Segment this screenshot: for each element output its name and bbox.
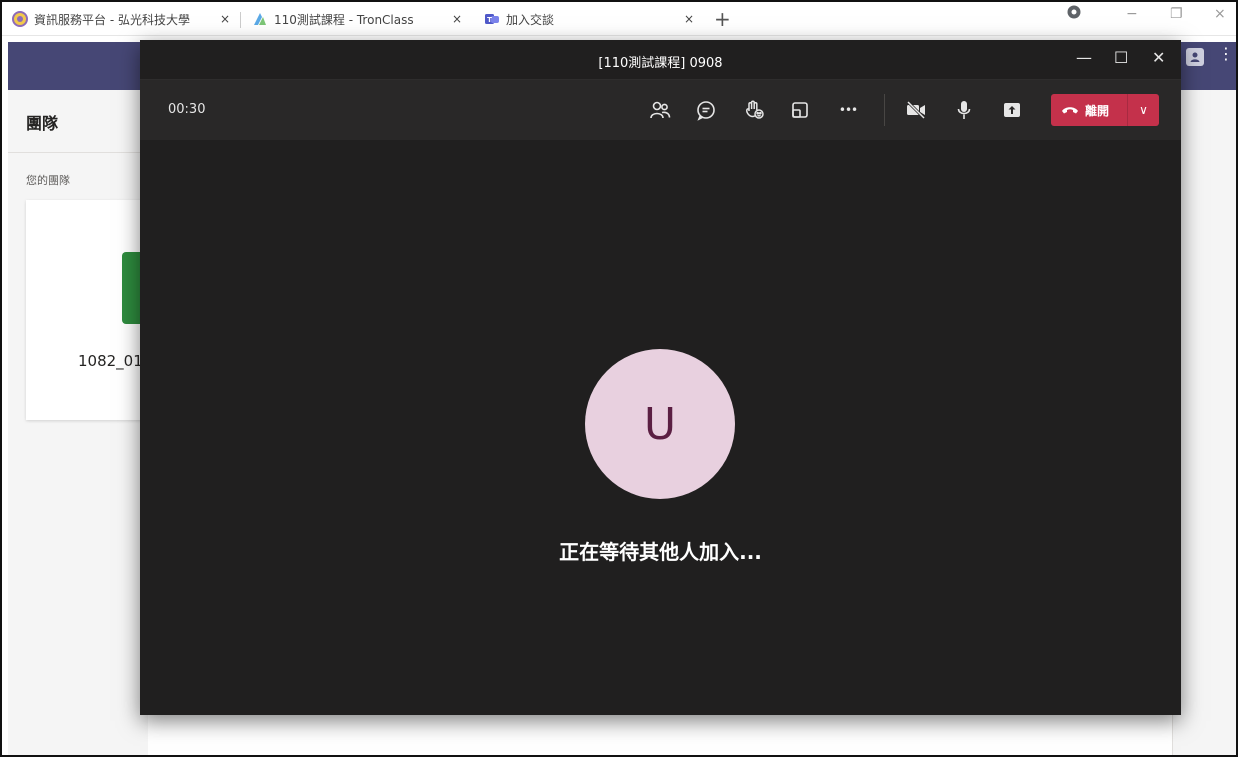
teams-right-pane (1172, 90, 1236, 755)
tab-divider (240, 12, 241, 28)
meeting-toolbar: 00:30 ••• 離開 ∨ (140, 80, 1181, 140)
call-timer: 00:30 (168, 102, 206, 117)
tab-title: 加入交談 (506, 12, 555, 27)
team-card-name: 1082_01 (78, 352, 143, 370)
camera-off-icon[interactable] (902, 96, 930, 124)
profile-avatar-button[interactable] (1186, 48, 1204, 66)
share-screen-icon[interactable] (998, 96, 1026, 124)
svg-text:T: T (487, 16, 492, 24)
tab-close-icon[interactable]: × (684, 2, 694, 36)
more-icon[interactable]: ••• (834, 96, 862, 124)
browser-tab-strip: 資訊服務平台 - 弘光科技大學 × 110測試課程 - TronClass × … (2, 2, 1236, 36)
chrome-account-icon[interactable] (1067, 5, 1081, 23)
leave-button-group: 離開 ∨ (1051, 94, 1159, 126)
meeting-title: [110測試課程] 0908 (598, 56, 723, 71)
meeting-window: [110測試課程] 0908 — ☐ ✕ 00:30 ••• 離開 ∨ U 正在… (140, 40, 1181, 715)
new-tab-button[interactable]: + (714, 7, 731, 31)
browser-close-button[interactable]: × (1214, 6, 1226, 22)
rooms-icon[interactable] (786, 96, 814, 124)
browser-tab-teams-join[interactable]: T 加入交談 (484, 2, 554, 36)
divider (8, 152, 148, 153)
chat-icon[interactable] (692, 96, 720, 124)
leave-options-dropdown[interactable]: ∨ (1128, 103, 1159, 117)
meeting-titlebar: [110測試課程] 0908 — ☐ ✕ (140, 40, 1181, 80)
microphone-icon[interactable] (950, 96, 978, 124)
participant-avatar: U (585, 349, 735, 499)
more-options-icon[interactable]: ⋮ (1218, 46, 1234, 62)
meeting-close-button[interactable]: ✕ (1152, 48, 1165, 67)
teams-list-pane (8, 90, 148, 755)
university-logo-icon (12, 11, 28, 27)
hang-up-icon (1061, 104, 1079, 116)
browser-tab-hk-portal[interactable]: 資訊服務平台 - 弘光科技大學 (12, 2, 190, 36)
leave-label: 離開 (1085, 103, 1110, 118)
tab-title: 資訊服務平台 - 弘光科技大學 (34, 12, 190, 27)
tab-title: 110測試課程 - TronClass (274, 12, 414, 27)
teams-page-title: 團隊 (26, 114, 59, 133)
browser-minimize-button[interactable]: − (1126, 6, 1138, 22)
meeting-minimize-button[interactable]: — (1076, 48, 1092, 67)
meeting-maximize-button[interactable]: ☐ (1114, 48, 1128, 67)
raise-hand-icon[interactable] (740, 96, 768, 124)
leave-button[interactable]: 離開 (1051, 94, 1127, 126)
toolbar-divider (884, 94, 885, 126)
screen: 資訊服務平台 - 弘光科技大學 × 110測試課程 - TronClass × … (0, 0, 1238, 757)
tab-close-icon[interactable]: × (452, 2, 462, 36)
your-teams-label: 您的團隊 (26, 174, 70, 187)
tab-close-icon[interactable]: × (220, 2, 230, 36)
waiting-status-text: 正在等待其他人加入... (559, 540, 762, 564)
browser-tab-tronclass[interactable]: 110測試課程 - TronClass (252, 2, 414, 36)
tronclass-icon (252, 11, 268, 27)
browser-restore-button[interactable]: ❐ (1170, 6, 1183, 22)
teams-icon: T (484, 11, 500, 27)
people-icon[interactable] (646, 96, 674, 124)
